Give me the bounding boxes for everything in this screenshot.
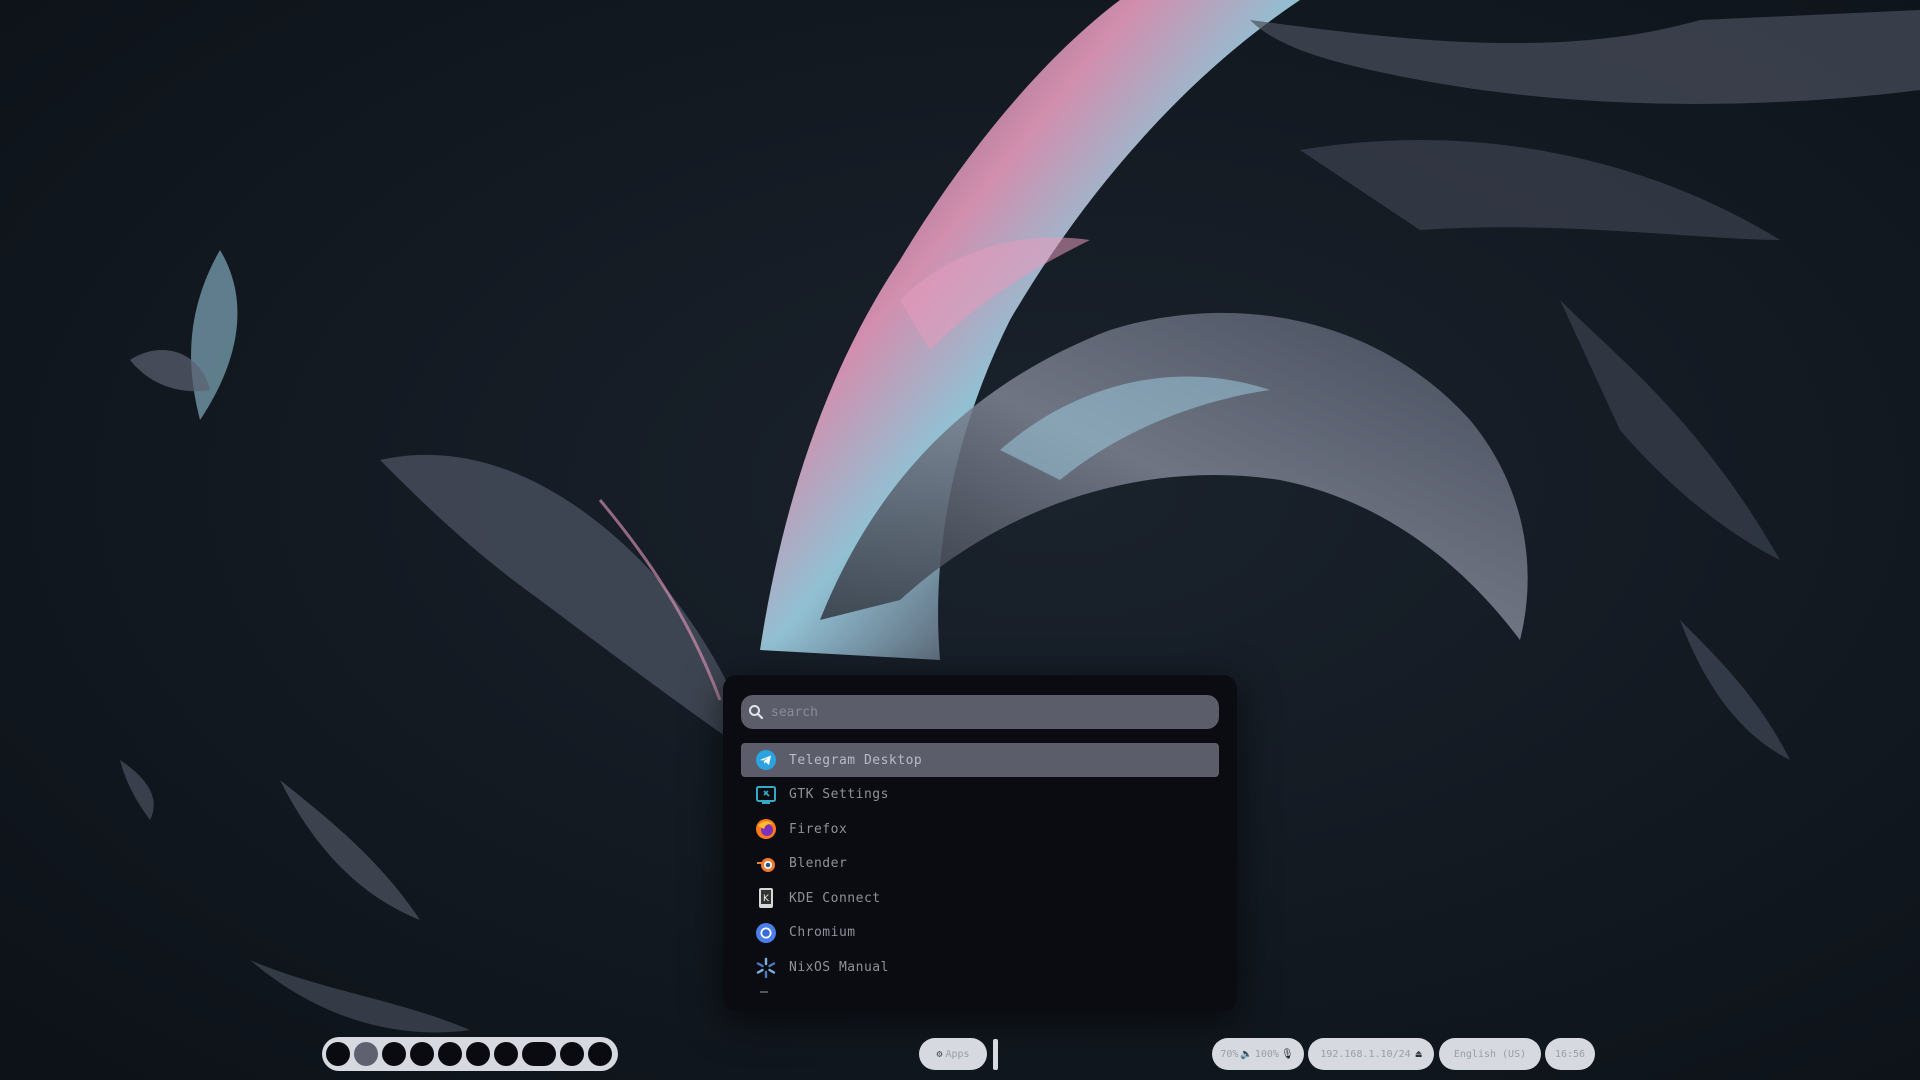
workspace-button-7[interactable] — [494, 1042, 518, 1066]
workspace-button-10[interactable] — [588, 1042, 612, 1066]
app-label: Blender — [789, 856, 848, 872]
speaker-icon: 🔈 — [1240, 1048, 1253, 1060]
apps-button[interactable]: ⚙ Apps — [919, 1038, 987, 1070]
mic-value: 100% — [1254, 1048, 1279, 1060]
workspace-button-2[interactable] — [354, 1042, 378, 1066]
workspace-button-8[interactable] — [522, 1042, 556, 1066]
search-bar[interactable] — [741, 695, 1219, 729]
ethernet-icon: ⏏ — [1415, 1048, 1422, 1060]
workspace-switcher — [322, 1037, 618, 1071]
search-input[interactable] — [769, 703, 1203, 721]
app-item-gtk-settings[interactable]: GTK Settings — [741, 778, 1219, 812]
gear-icon: ⚙ — [936, 1048, 943, 1060]
app-item-telegram[interactable]: Telegram Desktop — [741, 743, 1219, 777]
app-label: Firefox — [789, 821, 848, 837]
taskbar-divider — [993, 1039, 998, 1070]
apps-label: Apps — [945, 1048, 970, 1060]
workspace-button-3[interactable] — [382, 1042, 406, 1066]
keyboard-layout-indicator[interactable]: English (US) — [1439, 1038, 1541, 1070]
network-address: 192.168.1.10/24 — [1320, 1048, 1411, 1060]
app-item-blender[interactable]: Blender — [741, 847, 1219, 881]
app-item-firefox[interactable]: Firefox — [741, 812, 1219, 846]
kde-connect-icon: K — [755, 887, 777, 909]
clock-time: 16:56 — [1554, 1048, 1586, 1060]
search-icon — [749, 705, 764, 720]
app-list: Telegram Desktop GTK Settings Firefox Bl… — [741, 743, 1219, 985]
app-label: KDE Connect — [789, 890, 881, 906]
nixos-icon — [755, 957, 777, 979]
gtk-settings-icon — [755, 784, 777, 806]
workspace-button-1[interactable] — [326, 1042, 350, 1066]
app-item-kde-connect[interactable]: K KDE Connect — [741, 881, 1219, 915]
app-label: GTK Settings — [789, 787, 889, 803]
volume-value: 70% — [1220, 1048, 1239, 1060]
blender-icon — [755, 853, 777, 875]
chromium-icon — [755, 922, 777, 944]
telegram-icon — [755, 749, 777, 771]
network-indicator[interactable]: 192.168.1.10/24 ⏏ — [1308, 1038, 1434, 1070]
app-label: NixOS Manual — [789, 960, 889, 976]
firefox-icon — [755, 818, 777, 840]
workspace-button-9[interactable] — [560, 1042, 584, 1066]
app-launcher: Telegram Desktop GTK Settings Firefox Bl… — [723, 675, 1237, 1011]
app-item-nixos-manual[interactable]: NixOS Manual — [741, 951, 1219, 985]
microphone-icon: 🎙 — [1280, 1048, 1294, 1060]
workspace-button-5[interactable] — [438, 1042, 462, 1066]
audio-indicator[interactable]: 70% 🔈 100% 🎙 — [1212, 1038, 1304, 1070]
app-label: Telegram Desktop — [789, 752, 923, 768]
app-item-chromium[interactable]: Chromium — [741, 916, 1219, 950]
app-label: Chromium — [789, 925, 856, 941]
more-items-indicator — [760, 991, 768, 993]
language-label: English (US) — [1453, 1048, 1527, 1060]
workspace-button-4[interactable] — [410, 1042, 434, 1066]
workspace-button-6[interactable] — [466, 1042, 490, 1066]
clock[interactable]: 16:56 — [1545, 1038, 1595, 1070]
